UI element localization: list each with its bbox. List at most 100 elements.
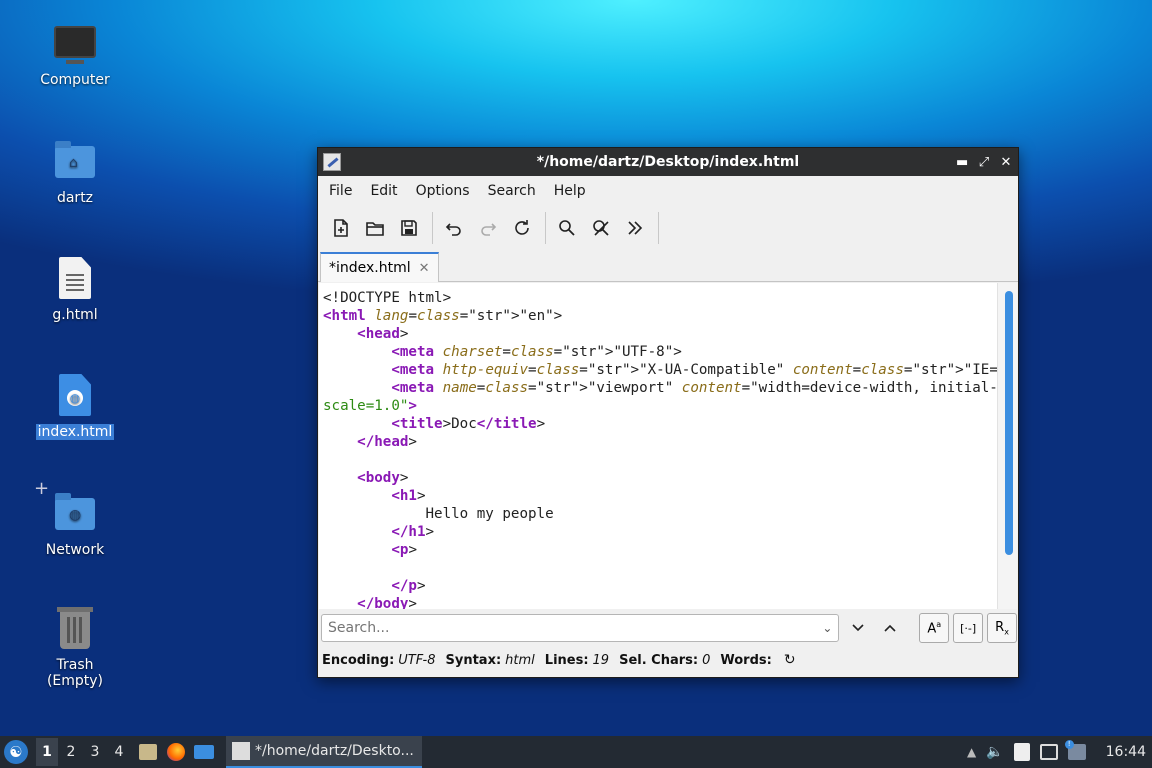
desktop-icon-g-html[interactable]: g.html	[27, 255, 123, 323]
network-folder-icon: ◍	[51, 490, 99, 538]
search-input[interactable]	[328, 620, 808, 636]
window-title: */home/dartz/Desktop/index.html	[536, 154, 800, 170]
words-label: Words:	[720, 652, 772, 668]
desktop-icon-computer[interactable]: Computer	[27, 20, 123, 88]
match-case-icon: Aa	[927, 619, 942, 637]
encoding-value[interactable]: UTF-8	[398, 653, 435, 668]
chevron-up-icon	[884, 624, 896, 632]
firefox-icon	[167, 743, 185, 761]
whole-word-toggle[interactable]: [·-]	[953, 613, 984, 643]
go-to-line-button[interactable]	[620, 213, 650, 243]
find-bar: ⌄ Aa [·-] Rx	[321, 611, 1017, 645]
text-editor-app-icon	[232, 742, 250, 760]
workspace-1[interactable]: 1	[36, 738, 58, 766]
show-desktop-button[interactable]	[194, 742, 214, 762]
new-file-icon	[334, 219, 348, 237]
menu-search[interactable]: Search	[481, 183, 543, 199]
desktop-icon-label: Computer	[40, 72, 110, 88]
tab-bar: *index.html ✕	[318, 250, 1018, 282]
match-case-toggle[interactable]: Aa	[919, 613, 950, 643]
search-combobox[interactable]: ⌄	[321, 614, 840, 642]
volume-icon[interactable]: 🔈	[986, 744, 1003, 760]
find-button[interactable]	[552, 213, 582, 243]
network-tray-icon[interactable]	[1039, 744, 1058, 760]
reload-button[interactable]	[507, 213, 537, 243]
vertical-scrollbar-track[interactable]	[997, 283, 1017, 609]
menu-bar: File Edit Options Search Help	[318, 176, 1018, 206]
lines-value: 19	[592, 652, 610, 668]
text-file-icon	[51, 255, 99, 303]
code-text[interactable]: <!DOCTYPE html> <html lang=class="str">"…	[319, 283, 1017, 609]
lines-label: Lines:	[544, 652, 589, 668]
workspace-3[interactable]: 3	[84, 744, 106, 760]
tab-index-html[interactable]: *index.html ✕	[320, 252, 439, 282]
code-editor[interactable]: <!DOCTYPE html> <html lang=class="str">"…	[319, 283, 1017, 609]
minimize-button[interactable]: ▬	[956, 155, 968, 170]
syntax-label: Syntax:	[445, 652, 502, 668]
reload-icon	[515, 220, 529, 235]
trash-icon	[51, 605, 99, 653]
refresh-word-count-icon[interactable]: ↻	[784, 652, 796, 668]
workspace-2[interactable]: 2	[60, 744, 82, 760]
save-file-button[interactable]	[394, 213, 424, 243]
tray-eject-icon[interactable]: ▲	[967, 745, 976, 759]
syntax-value[interactable]: html	[505, 653, 535, 668]
redo-icon	[481, 223, 497, 236]
menu-edit[interactable]: Edit	[363, 183, 404, 199]
status-bar: Encoding: UTF-8 Syntax: html Lines: 19 S…	[322, 648, 796, 672]
whole-word-icon: [·-]	[960, 621, 977, 635]
regex-icon: Rx	[995, 619, 1009, 637]
find-previous-button[interactable]	[877, 615, 903, 641]
sel-chars-value: 0	[702, 652, 711, 668]
computer-icon	[51, 20, 99, 68]
desktop-icon-label: index.html	[35, 424, 115, 440]
folder-open-icon	[366, 222, 384, 236]
menu-options[interactable]: Options	[409, 183, 477, 199]
vertical-scrollbar-thumb[interactable]	[1005, 291, 1013, 555]
toolbar	[318, 206, 1018, 250]
clipboard-icon[interactable]	[1013, 743, 1030, 761]
file-manager-icon	[139, 744, 157, 760]
menu-help[interactable]: Help	[547, 183, 593, 199]
desktop-icon-label: dartz	[56, 190, 94, 206]
undo-button[interactable]	[439, 213, 469, 243]
notification-icon[interactable]: !	[1064, 740, 1086, 760]
desktop-icon-network[interactable]: ◍ Network	[27, 490, 123, 558]
search-icon	[559, 220, 575, 236]
taskbar: ☯ 1 2 3 4 */home/dartz/Deskto... ▲ 🔈 ! 1…	[0, 736, 1152, 768]
text-editor-app-icon[interactable]	[323, 153, 341, 171]
maximize-button[interactable]: ⤢	[978, 155, 990, 170]
regex-toggle[interactable]: Rx	[987, 613, 1017, 643]
window-titlebar[interactable]: */home/dartz/Desktop/index.html ▬ ⤢ ✕	[318, 148, 1018, 176]
desktop-icon-label: Network	[45, 542, 105, 558]
desktop-icon-home-folder[interactable]: ⌂ dartz	[27, 138, 123, 206]
find-next-button[interactable]	[845, 615, 871, 641]
file-manager-launcher[interactable]	[138, 742, 158, 762]
taskbar-window-button[interactable]: */home/dartz/Deskto...	[226, 736, 422, 768]
save-icon	[401, 220, 417, 236]
double-chevron-right-icon	[628, 221, 643, 235]
home-folder-icon: ⌂	[51, 138, 99, 186]
open-file-button[interactable]	[360, 213, 390, 243]
redo-button[interactable]	[473, 213, 503, 243]
chevron-down-icon[interactable]: ⌄	[822, 621, 832, 635]
replace-button[interactable]	[586, 213, 616, 243]
sel-chars-label: Sel. Chars:	[619, 652, 699, 668]
editor-window: */home/dartz/Desktop/index.html ▬ ⤢ ✕ Fi…	[317, 147, 1019, 678]
close-button[interactable]: ✕	[1000, 155, 1012, 170]
menu-file[interactable]: File	[322, 183, 359, 199]
desktop-icon-index-html[interactable]: ◍ index.html	[27, 372, 123, 440]
clock[interactable]: 16:44	[1106, 744, 1146, 760]
desktop-icon-label: g.html	[52, 307, 98, 323]
start-menu-button[interactable]: ☯	[4, 740, 28, 764]
workspace-4[interactable]: 4	[108, 744, 130, 760]
taskbar-window-title: */home/dartz/Deskto...	[255, 743, 414, 759]
tab-close-icon[interactable]: ✕	[419, 261, 430, 276]
new-file-button[interactable]	[326, 213, 356, 243]
desktop-icon	[194, 745, 214, 759]
distro-logo-icon: ☯	[9, 743, 23, 761]
desktop-icon-trash[interactable]: Trash (Empty)	[27, 605, 123, 689]
firefox-launcher[interactable]	[166, 742, 186, 762]
find-replace-icon	[593, 220, 609, 236]
encoding-label: Encoding:	[322, 652, 395, 668]
